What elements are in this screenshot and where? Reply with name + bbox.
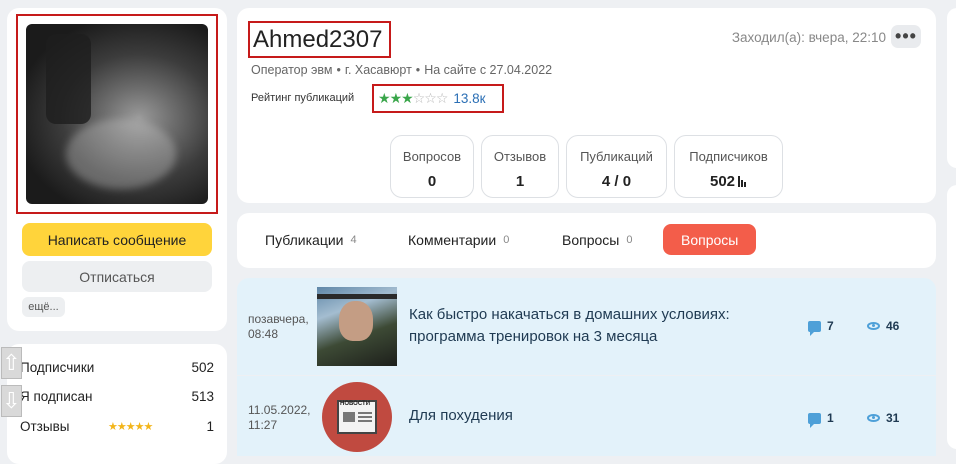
post-date: 11.05.2022, 11:27: [248, 403, 311, 433]
stat-label: Я подписан: [20, 389, 93, 404]
stat-row-following[interactable]: Я подписан 513: [20, 389, 214, 404]
more-actions-button[interactable]: ещё...: [22, 297, 65, 317]
counter-label: Вопросов: [402, 149, 462, 164]
star-icon: ★: [389, 90, 403, 106]
post-title[interactable]: Для похудения: [409, 405, 513, 427]
profile-header: Ahmed2307 Заходил(а): вчера, 22:10 ••• О…: [237, 8, 936, 203]
list-item[interactable]: 11.05.2022, 11:27 НОВОСТИ Для похудения …: [237, 376, 936, 456]
unsubscribe-button[interactable]: Отписаться: [22, 261, 212, 292]
thumbnail-text: НОВОСТИ: [340, 401, 371, 407]
counter-value: 502: [709, 173, 736, 190]
counter-publications[interactable]: Публикаций 4 / 0: [566, 135, 667, 198]
member-since: На сайте с 27.04.2022: [424, 63, 553, 77]
post-comments[interactable]: 1: [808, 411, 834, 428]
counter-value: 0: [427, 173, 437, 190]
tab-label: Комментарии: [408, 231, 497, 248]
list-item[interactable]: позавчера, 08:48 Как быстро накачаться в…: [237, 278, 936, 375]
rating-stars: ★★★☆☆☆: [378, 90, 449, 107]
tab-label: Вопросы: [562, 231, 620, 248]
arrow-up-icon[interactable]: ⇧: [1, 347, 22, 379]
rating-label: Рейтинг публикаций: [251, 92, 355, 104]
star-icon: ☆: [412, 90, 426, 106]
stat-value: 1: [206, 419, 214, 434]
views-count: 31: [886, 411, 900, 425]
newspaper-icon: НОВОСТИ: [337, 400, 377, 434]
counter-value: 4 / 0: [601, 173, 632, 190]
eye-icon: [867, 414, 880, 422]
counter-label: Публикаций: [580, 149, 653, 164]
username-highlight: Ahmed2307: [248, 21, 391, 58]
tab-label: Вопросы: [681, 231, 739, 248]
post-date: позавчера, 08:48: [248, 312, 309, 342]
comments-count: 7: [827, 319, 834, 333]
star-icon: ★★★★★: [108, 421, 153, 433]
stat-value: 513: [191, 389, 214, 404]
post-time-line: 11:27: [248, 418, 278, 432]
tab-count: 0: [626, 233, 633, 246]
write-message-button[interactable]: Написать сообщение: [22, 223, 212, 256]
avatar-frame: [16, 14, 218, 214]
avatar[interactable]: [26, 24, 208, 204]
counter-questions[interactable]: Вопросов 0: [390, 135, 474, 198]
post-title[interactable]: Как быстро накачаться в домашних условия…: [409, 304, 730, 348]
stat-value: 502: [191, 360, 214, 375]
bars-icon: [738, 174, 747, 191]
counter-label: Подписчиков: [689, 149, 768, 164]
rating-value: 13.8к: [453, 91, 486, 106]
post-date-line: 11.05.2022,: [248, 403, 311, 417]
comment-icon: [808, 320, 821, 336]
star-icon: ☆: [435, 90, 449, 106]
occupation: Оператор эвм: [251, 63, 333, 77]
arrow-down-icon[interactable]: ⇩: [1, 385, 22, 417]
post-time-line: 08:48: [248, 327, 279, 341]
post-title-line: программа тренировок на 3 месяца: [409, 328, 658, 345]
rating-box[interactable]: ★★★☆☆☆ 13.8к: [372, 84, 504, 113]
eye-icon: [867, 322, 880, 330]
right-panel-edge: [947, 185, 956, 449]
more-options-button[interactable]: •••: [891, 25, 921, 48]
views-count: 46: [886, 319, 900, 333]
tabs-bar: Публикации 4 Комментарии 0 Вопросы 0 Вопрос…: [237, 213, 936, 268]
last-seen: Заходил(а): вчера, 22:10: [731, 30, 886, 45]
counter-value-wrap: 502: [675, 173, 782, 191]
stat-row-reviews[interactable]: Отзывы ★★★★★ 1: [20, 419, 214, 434]
profile-card: Написать сообщение Отписаться ещё...: [7, 8, 227, 331]
star-icon: ☆: [424, 90, 437, 106]
counter-subscribers[interactable]: Подписчиков 502: [674, 135, 783, 198]
tab-label: Публикации: [265, 231, 344, 248]
post-thumbnail[interactable]: НОВОСТИ: [322, 382, 392, 452]
tab-count: 4: [350, 233, 357, 246]
star-icon: ★: [378, 90, 391, 106]
tab-questions[interactable]: Вопросы 0: [562, 224, 632, 255]
side-stats-card: Подписчики 502 Я подписан 513 Отзывы ★★★…: [7, 344, 227, 464]
right-panel-edge: [947, 8, 956, 168]
post-title-line: Для похудения: [409, 407, 513, 424]
tab-comments[interactable]: Комментарии 0: [408, 224, 509, 255]
counter-label: Отзывов: [493, 149, 547, 164]
star-icon: ★: [401, 90, 414, 106]
profile-subline: Оператор эвм • г. Хасавюрт • На сайте с 27.0…: [251, 63, 553, 77]
stat-row-subscribers[interactable]: Подписчики 502: [20, 360, 214, 375]
tab-questions-active[interactable]: Вопросы: [663, 224, 757, 255]
tab-publications[interactable]: Публикации 4: [265, 224, 357, 255]
post-views: 46: [867, 319, 899, 333]
post-thumbnail[interactable]: [317, 287, 397, 366]
stat-label: Отзывы: [20, 419, 70, 434]
post-title-line: Как быстро накачаться в домашних условия…: [409, 306, 730, 323]
comment-icon: [808, 412, 821, 428]
counter-reviews[interactable]: Отзывов 1: [481, 135, 559, 198]
username: Ahmed2307: [253, 25, 383, 53]
post-views: 31: [867, 411, 899, 425]
post-date-line: позавчера,: [248, 312, 309, 326]
post-comments[interactable]: 7: [808, 319, 834, 336]
tab-count: 0: [503, 233, 510, 246]
comments-count: 1: [827, 411, 834, 425]
counter-value: 1: [515, 173, 525, 190]
city: г. Хасавюрт: [344, 63, 412, 77]
stat-label: Подписчики: [20, 360, 95, 375]
